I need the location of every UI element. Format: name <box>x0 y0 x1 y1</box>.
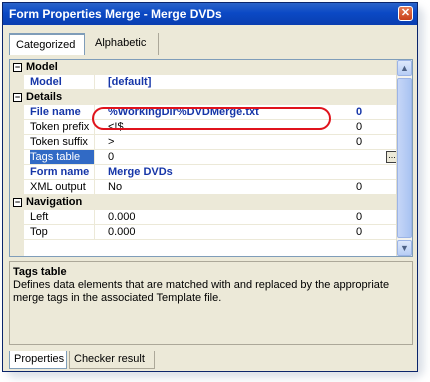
property-value[interactable]: [default] <box>108 75 348 90</box>
description-panel: Tags table Defines data elements that ar… <box>9 261 413 345</box>
property-row-tags-table[interactable]: Tags table 0 ... <box>10 150 398 165</box>
column-divider <box>94 180 95 195</box>
column-divider <box>94 105 95 120</box>
column-divider <box>94 210 95 225</box>
property-value[interactable]: <!$ <box>108 120 348 135</box>
collapse-icon[interactable]: − <box>13 63 22 72</box>
property-row-top[interactable]: Top 0.000 0 <box>10 225 398 240</box>
form-properties-window: Form Properties Merge - Merge DVDs ✕ Cat… <box>2 2 418 372</box>
property-number: 0 <box>356 136 363 148</box>
property-row-xml-output[interactable]: XML output No 0 <box>10 180 398 195</box>
property-row-model[interactable]: Model [default] <box>10 75 398 90</box>
property-number: 0 <box>356 226 363 238</box>
category-label: Model <box>26 61 58 73</box>
collapse-icon[interactable]: − <box>13 198 22 207</box>
title-bar[interactable]: Form Properties Merge - Merge DVDs ✕ <box>3 3 417 25</box>
property-row-left[interactable]: Left 0.000 0 <box>10 210 398 225</box>
property-name: Left <box>30 211 49 223</box>
scroll-thumb[interactable] <box>397 78 412 238</box>
row-divider <box>24 239 398 240</box>
property-grid: − Model Model [default] − Details File n… <box>9 59 413 257</box>
property-row-file-name[interactable]: File name %WorkingDir%DVDMerge.txt 0 <box>10 105 398 120</box>
column-divider <box>94 225 95 240</box>
category-label: Navigation <box>26 196 83 208</box>
property-row-token-prefix[interactable]: Token prefix <!$ 0 <box>10 120 398 135</box>
property-name: Model <box>30 76 62 88</box>
property-row-token-suffix[interactable]: Token suffix > 0 <box>10 135 398 150</box>
property-number: 0 <box>356 121 363 133</box>
property-row-form-name[interactable]: Form name Merge DVDs <box>10 165 398 180</box>
property-value[interactable]: > <box>108 135 348 150</box>
tab-properties[interactable]: Properties <box>9 351 67 369</box>
category-details[interactable]: − Details <box>10 90 398 105</box>
tab-checker-result[interactable]: Checker result <box>69 351 155 369</box>
property-name: Tags table <box>30 150 94 165</box>
window-title: Form Properties Merge - Merge DVDs <box>9 7 222 21</box>
property-name: XML output <box>30 181 86 193</box>
column-divider <box>94 120 95 135</box>
property-value[interactable]: Merge DVDs <box>108 165 348 180</box>
column-divider <box>94 150 95 165</box>
property-number: 0 <box>356 181 363 193</box>
property-name: Token prefix <box>30 121 90 133</box>
column-divider <box>94 75 95 90</box>
property-value[interactable]: 0.000 <box>108 225 348 240</box>
property-name: Token suffix <box>30 136 88 148</box>
property-name: Top <box>30 226 48 238</box>
tab-alphabetic[interactable]: Alphabetic <box>89 33 159 55</box>
category-model[interactable]: − Model <box>10 60 398 75</box>
category-label: Details <box>26 91 63 103</box>
tab-categorized[interactable]: Categorized <box>9 33 85 55</box>
vertical-scrollbar[interactable]: ▲ ▼ <box>396 60 412 256</box>
property-value[interactable]: 0 <box>108 150 348 165</box>
column-divider <box>94 165 95 180</box>
property-number: 0 <box>356 211 363 223</box>
column-divider <box>94 135 95 150</box>
description-text: Defines data elements that are matched w… <box>13 279 390 304</box>
property-value[interactable]: 0.000 <box>108 210 348 225</box>
property-number: 0 <box>356 106 363 118</box>
property-name: Form name <box>30 166 90 178</box>
property-value[interactable]: No <box>108 180 348 195</box>
collapse-icon[interactable]: − <box>13 93 22 102</box>
close-icon[interactable]: ✕ <box>398 6 413 21</box>
category-navigation[interactable]: − Navigation <box>10 195 398 210</box>
scroll-up-icon[interactable]: ▲ <box>397 60 412 76</box>
property-value[interactable]: %WorkingDir%DVDMerge.txt <box>108 105 348 120</box>
description-title: Tags table <box>13 266 67 278</box>
scroll-down-icon[interactable]: ▼ <box>397 240 412 256</box>
property-name: File name <box>30 106 81 118</box>
